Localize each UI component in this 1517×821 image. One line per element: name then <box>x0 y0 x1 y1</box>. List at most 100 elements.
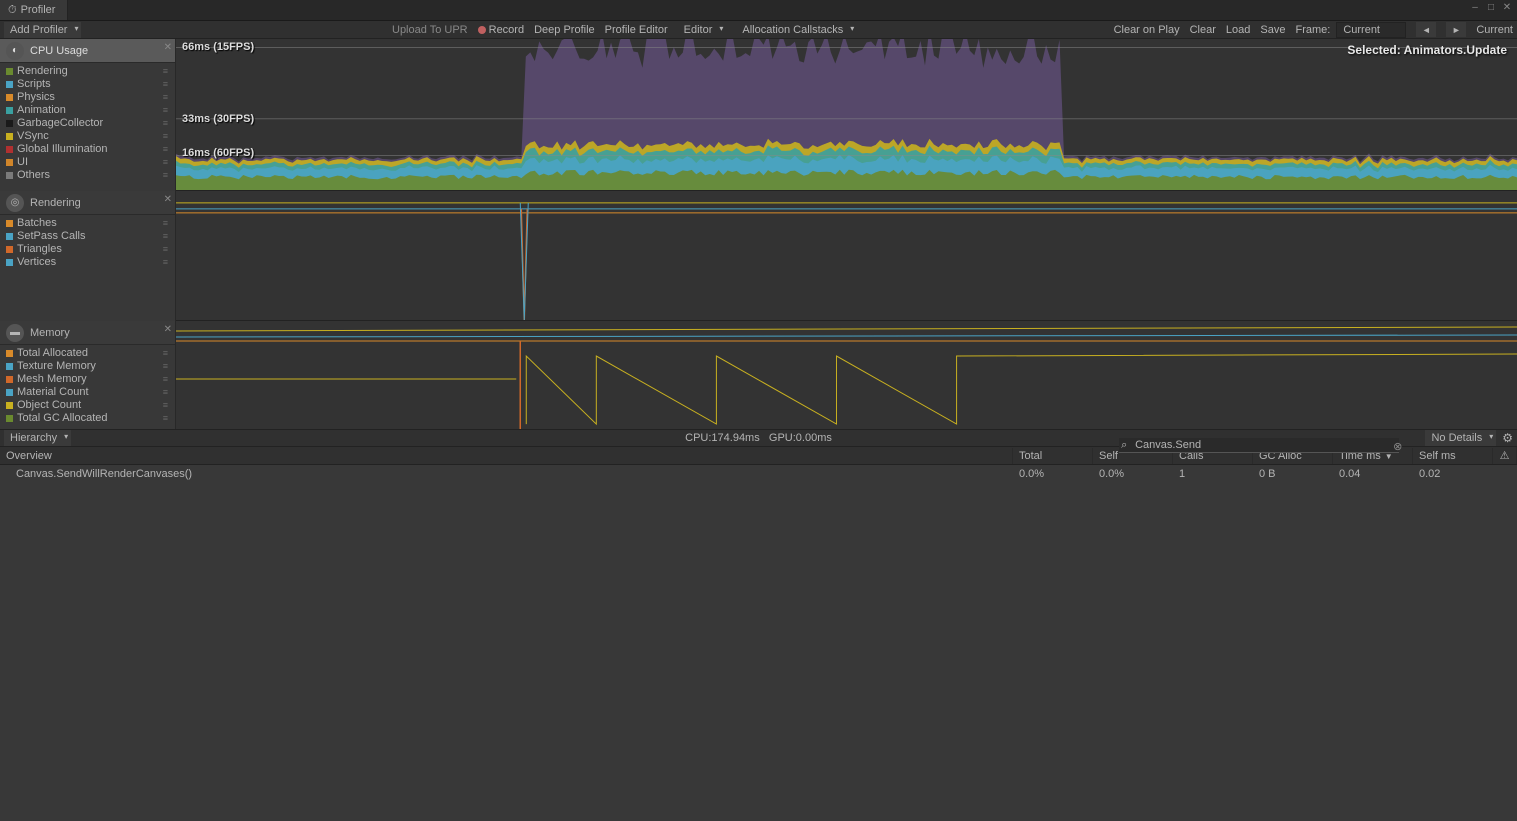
clear-search-icon[interactable]: ⊗ <box>1393 440 1402 453</box>
memory-chart[interactable] <box>176 321 1517 430</box>
legend-item[interactable]: GarbageCollector <box>4 117 171 130</box>
next-frame-button[interactable]: ► <box>1446 22 1466 37</box>
cell-self: 0.0% <box>1093 466 1173 482</box>
details-dropdown[interactable]: No Details <box>1425 430 1496 446</box>
hierarchy-toolbar: Hierarchy CPU:174.94ms GPU:0.00ms ⊗ No D… <box>0 429 1517 447</box>
legend-swatch <box>6 363 13 370</box>
close-icon[interactable]: ✕ <box>1501 2 1513 14</box>
record-button[interactable]: Record <box>478 24 524 36</box>
legend-swatch <box>6 94 13 101</box>
legend-swatch <box>6 415 13 422</box>
cell-selfms: 0.02 <box>1413 466 1493 482</box>
legend-swatch <box>6 107 13 114</box>
memory-icon: ▬ <box>6 324 24 342</box>
legend-swatch <box>6 389 13 396</box>
col-selfms[interactable]: Self ms <box>1413 448 1493 464</box>
close-icon[interactable]: ✕ <box>164 194 172 205</box>
legend-item[interactable]: Batches <box>4 217 171 230</box>
editor-dropdown[interactable]: Editor <box>678 22 727 38</box>
view-dropdown[interactable]: Hierarchy <box>4 430 71 446</box>
cpu-module[interactable]: ✕ ◐ CPU Usage RenderingScriptsPhysicsAni… <box>0 39 175 191</box>
rendering-module-header[interactable]: ◎ Rendering <box>0 191 175 215</box>
legend-item[interactable]: Physics <box>4 91 171 104</box>
prev-frame-button[interactable]: ◄ <box>1416 22 1436 37</box>
legend-label: Triangles <box>17 243 62 256</box>
module-title: Rendering <box>30 197 81 209</box>
rendering-chart[interactable] <box>176 191 1517 321</box>
col-total[interactable]: Total <box>1013 448 1093 464</box>
warning-icon: ⚠ <box>1500 450 1510 462</box>
cell-time: 0.04 <box>1333 466 1413 482</box>
gridline-label-66: 66ms (15FPS) <box>182 41 254 53</box>
module-title: CPU Usage <box>30 45 88 57</box>
table-row[interactable]: Canvas.SendWillRenderCanvases()0.0%0.0%1… <box>0 465 1517 483</box>
tab-bar: ⏱ Profiler – □ ✕ <box>0 0 1517 21</box>
close-icon[interactable]: ✕ <box>164 324 172 335</box>
clear-on-play-button[interactable]: Clear on Play <box>1114 24 1180 36</box>
cell-total: 0.0% <box>1013 466 1093 482</box>
cell-warn <box>1493 472 1517 476</box>
memory-module[interactable]: ✕ ▬ Memory Total AllocatedTexture Memory… <box>0 321 175 429</box>
save-button[interactable]: Save <box>1260 24 1285 36</box>
tab-profiler[interactable]: ⏱ Profiler <box>0 0 68 20</box>
cpu-icon: ◐ <box>6 42 24 60</box>
current-button[interactable]: Current <box>1476 24 1513 36</box>
legend-label: UI <box>17 156 28 169</box>
col-warning[interactable]: ⚠ <box>1493 447 1517 464</box>
close-icon[interactable]: ✕ <box>164 42 172 53</box>
legend-label: VSync <box>17 130 49 143</box>
charts-area[interactable]: Selected: Animators.Update 66ms (15FPS) … <box>176 39 1517 429</box>
legend-item[interactable]: Mesh Memory <box>4 373 171 386</box>
memory-module-header[interactable]: ▬ Memory <box>0 321 175 345</box>
legend-item[interactable]: VSync <box>4 130 171 143</box>
legend-label: Rendering <box>17 65 68 78</box>
legend-item[interactable]: Scripts <box>4 78 171 91</box>
col-overview[interactable]: Overview <box>0 448 1013 464</box>
search-input[interactable] <box>1119 438 1399 453</box>
cpu-chart[interactable]: 66ms (15FPS) 33ms (30FPS) 16ms (60FPS) <box>176 39 1517 191</box>
legend-label: Others <box>17 169 50 182</box>
minimize-icon[interactable]: – <box>1469 2 1481 14</box>
cell-name: Canvas.SendWillRenderCanvases() <box>0 466 1013 482</box>
legend-label: Global Illumination <box>17 143 108 156</box>
clear-button[interactable]: Clear <box>1190 24 1216 36</box>
frame-label: Frame: <box>1295 24 1330 36</box>
legend-item[interactable]: Object Count <box>4 399 171 412</box>
legend-item[interactable]: Material Count <box>4 386 171 399</box>
cpu-module-header[interactable]: ◐ CPU Usage <box>0 39 175 63</box>
add-profiler-dropdown[interactable]: Add Profiler <box>4 22 81 38</box>
legend-item[interactable]: Total GC Allocated <box>4 412 171 425</box>
cell-calls: 1 <box>1173 466 1253 482</box>
legend-label: Total GC Allocated <box>17 412 108 425</box>
legend-label: Batches <box>17 217 57 230</box>
legend-item[interactable]: Texture Memory <box>4 360 171 373</box>
legend-swatch <box>6 120 13 127</box>
profile-editor-button[interactable]: Profile Editor <box>605 24 668 36</box>
legend-label: Animation <box>17 104 66 117</box>
legend-label: Vertices <box>17 256 56 269</box>
legend-item[interactable]: Triangles <box>4 243 171 256</box>
legend-item[interactable]: Others <box>4 169 171 182</box>
legend-item[interactable]: Animation <box>4 104 171 117</box>
legend-item[interactable]: Global Illumination <box>4 143 171 156</box>
gear-icon[interactable]: ⚙ <box>1502 431 1513 445</box>
load-button[interactable]: Load <box>1226 24 1250 36</box>
hierarchy-table: Overview Total Self Calls GC Alloc Time … <box>0 447 1517 821</box>
legend-item[interactable]: UI <box>4 156 171 169</box>
legend-item[interactable]: Total Allocated <box>4 347 171 360</box>
upload-button[interactable]: Upload To UPR <box>392 24 468 36</box>
alloc-callstacks-dropdown[interactable]: Allocation Callstacks <box>736 22 857 38</box>
legend-swatch <box>6 376 13 383</box>
deep-profile-button[interactable]: Deep Profile <box>534 24 595 36</box>
rendering-module[interactable]: ✕ ◎ Rendering BatchesSetPass CallsTriang… <box>0 191 175 321</box>
legend-swatch <box>6 172 13 179</box>
restore-icon[interactable]: □ <box>1485 2 1497 14</box>
gpu-stat: GPU:0.00ms <box>769 432 832 444</box>
legend-swatch <box>6 233 13 240</box>
legend-item[interactable]: Rendering <box>4 65 171 78</box>
legend-item[interactable]: Vertices <box>4 256 171 269</box>
legend-swatch <box>6 159 13 166</box>
frame-input[interactable]: Current <box>1336 22 1406 38</box>
selected-label: Selected: Animators.Update <box>1347 43 1507 57</box>
legend-item[interactable]: SetPass Calls <box>4 230 171 243</box>
